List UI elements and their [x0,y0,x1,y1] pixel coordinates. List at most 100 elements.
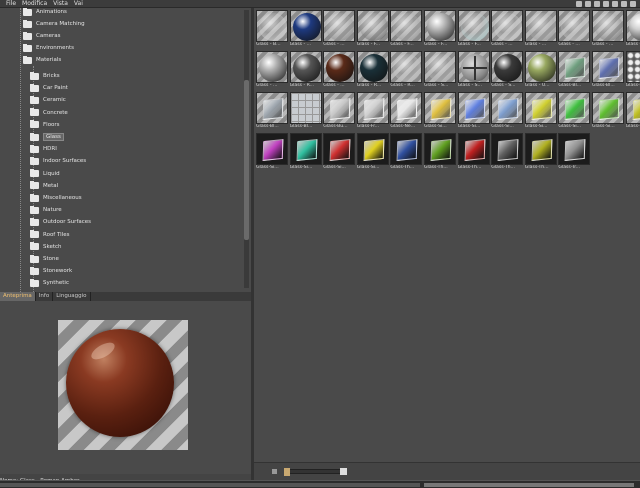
material-tile[interactable]: Glass - ... [558,10,591,48]
material-tile[interactable]: Glass-Si... [592,92,624,130]
tree-item[interactable]: HDRI [30,143,57,155]
material-tile[interactable]: Glass - F... [424,10,456,48]
tree-item[interactable]: Cameras [23,30,60,42]
zoom-slider[interactable] [284,469,344,474]
material-tile[interactable]: Glass-Si... [524,92,557,130]
tree-item[interactable]: Roof Tiles [30,229,70,241]
material-tile[interactable]: Glass-Tr... [558,133,591,171]
menu-file[interactable]: File [6,0,16,7]
tab-anteprima[interactable]: Anteprima [0,292,36,301]
view-icon[interactable] [612,1,618,7]
refresh-icon[interactable] [585,1,591,7]
tree-item[interactable]: Outdoor Surfaces [30,216,91,228]
tree-item[interactable]: Animations [23,8,67,18]
material-tile[interactable]: Glass - U... [524,51,557,89]
material-tile[interactable]: Glass-Si... [356,133,389,171]
menu-bar: File Modifica Vista Vai [0,0,640,8]
tree-item[interactable]: Synthetic [30,277,69,289]
tree-item[interactable]: Materials [23,54,61,66]
menu-modifica[interactable]: Modifica [22,0,47,7]
menu-vista[interactable]: Vista [53,0,68,7]
material-tile[interactable]: Glass - ... [289,10,322,48]
material-tile[interactable]: Glass-Si... [625,92,640,130]
tab-linguaggio[interactable]: Linguaggio [53,292,91,301]
material-tile[interactable]: Glass - ... [323,10,356,48]
material-thumbnail [356,92,389,124]
cube-icon [396,98,418,120]
material-tile[interactable]: Glass-Si... [323,133,356,171]
home-icon[interactable] [594,1,600,7]
tree-item[interactable]: Miscellaneous [30,192,82,204]
material-tile-label: Glass-Si... [625,124,640,129]
tree-item[interactable]: Floors [30,119,60,131]
settings-icon[interactable] [576,1,582,7]
tree-item[interactable]: Sketch [30,241,62,253]
material-tile[interactable]: Glass - R... [356,51,389,89]
menu-vai[interactable]: Vai [74,0,83,7]
tree-item[interactable]: Camera Matching [23,18,85,30]
material-tile[interactable]: Glass - ... [491,10,524,48]
material-tile[interactable]: Glass - B... [256,10,288,48]
tree-item[interactable]: Ceramic [30,94,66,106]
material-tile[interactable]: Glass-Th... [457,133,490,171]
scroll-thumb[interactable] [424,483,634,487]
material-tile[interactable]: Glass - ... [625,10,640,48]
material-thumbnail [524,10,557,42]
material-tile[interactable]: Glass - ... [256,51,288,89]
material-tile[interactable]: Glass-Bl... [256,92,288,130]
material-tile[interactable]: Glass - S... [424,51,456,89]
tree-item[interactable]: Metal [30,180,58,192]
tree-item[interactable]: Environments [23,42,74,54]
lock-icon[interactable] [603,1,609,7]
tab-info[interactable]: Info [36,292,54,301]
tree-item[interactable]: Bricks [30,70,60,82]
material-tile[interactable]: Glass-Si... [289,133,322,171]
material-tile[interactable]: Glass-Th... [424,133,456,171]
material-tile[interactable]: Glass-Si... [457,92,490,130]
tree-item[interactable]: Liquid [30,168,60,180]
person-icon[interactable] [621,1,627,7]
tree-item[interactable]: Stonework [30,265,72,277]
material-tile[interactable]: Glass - ... [524,10,557,48]
material-tile[interactable]: Glass-Bl... [625,51,640,89]
glass-sphere-icon [561,13,590,41]
material-thumbnail [256,10,288,42]
zoom-slider-thumb[interactable] [284,468,290,476]
material-tile[interactable]: Glass-Bl... [558,51,591,89]
material-tile[interactable]: Glass - ... [323,51,356,89]
material-thumbnail [558,51,591,83]
material-tile[interactable]: Glass-Si... [491,92,524,130]
tree-item[interactable]: Car Paint [30,82,68,94]
tree-item-label: Stone [43,256,59,262]
material-tile[interactable]: Glass - F... [356,10,389,48]
material-tile[interactable]: Glass - F... [390,10,423,48]
close-icon[interactable] [630,1,636,7]
material-tile[interactable]: Glass-Si... [256,133,288,171]
material-tile[interactable]: Glass - R... [390,51,423,89]
tree-item[interactable]: Indoor Surfaces [30,155,86,167]
material-tile[interactable]: Glass-Ne... [390,92,423,130]
tree-scrollbar-thumb[interactable] [244,80,249,240]
material-tile[interactable]: Glass-Si... [558,92,591,130]
folder-icon [30,144,39,153]
material-tile[interactable]: Glass-Bu... [323,92,356,130]
material-tile[interactable]: Glass - F... [457,10,490,48]
material-tile-label: Glass-Si... [356,165,380,170]
material-tile[interactable]: Glass-Th... [524,133,557,171]
horizontal-scrollbar[interactable] [0,480,640,488]
material-tile[interactable]: Glass-Th... [491,133,524,171]
material-tile[interactable]: Glass-Th... [390,133,423,171]
material-tile[interactable]: Glass-Bl... [592,51,624,89]
material-tile[interactable]: Glass-Bl... [289,92,322,130]
material-tile[interactable]: Glass - R... [289,51,322,89]
tree-item[interactable]: Stone [30,253,59,265]
tree-item[interactable]: Nature [30,204,62,216]
tree-item[interactable]: Concrete [30,107,68,119]
material-tile[interactable]: Glass-Fr... [356,92,389,130]
tree-item[interactable]: Glass [30,131,64,143]
tree-scrollbar[interactable] [244,10,249,288]
material-tile[interactable]: Glass-Si... [424,92,456,130]
material-tile[interactable]: Glass - ... [592,10,624,48]
material-tile[interactable]: Glass - S... [457,51,490,89]
material-tile[interactable]: Glass - S... [491,51,524,89]
